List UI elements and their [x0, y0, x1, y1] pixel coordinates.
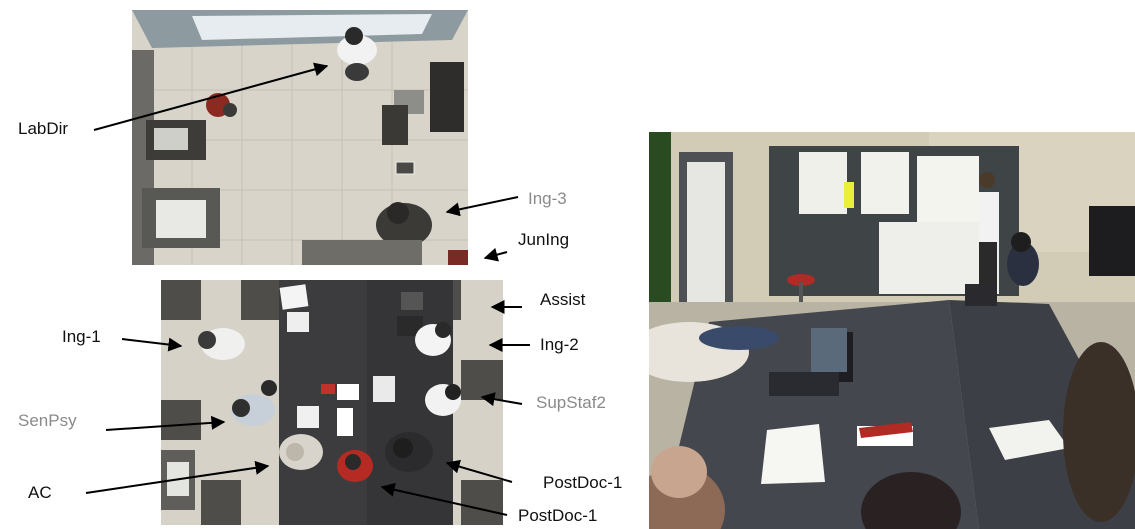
pointer-arrows: [85, 62, 530, 516]
arrow-labdir: [93, 62, 329, 131]
label-senpsy: SenPsy: [18, 411, 77, 430]
label-ing3: Ing-3: [528, 189, 567, 208]
arrow-supstaf2: [480, 392, 523, 407]
arrow-senpsy: [105, 415, 226, 431]
arrow-juning: [483, 247, 508, 262]
label-postdoc1b: PostDoc-1: [518, 506, 598, 525]
label-labdir: LabDir: [18, 119, 69, 138]
arrow-ing1: [121, 337, 183, 352]
label-ac: AC: [28, 483, 52, 502]
label-postdoc1a: PostDoc-1: [543, 473, 623, 492]
label-assist: Assist: [540, 290, 586, 309]
label-supstaf2: SupStaf2: [536, 393, 606, 412]
label-ing1: Ing-1: [62, 327, 101, 346]
label-juning: JunIng: [518, 230, 570, 249]
arrow-postdoc1a: [445, 459, 513, 483]
label-ing2: Ing-2: [540, 335, 579, 354]
arrow-ing3: [445, 196, 519, 217]
arrow-postdoc1b: [380, 482, 508, 516]
arrow-ac: [85, 460, 270, 494]
